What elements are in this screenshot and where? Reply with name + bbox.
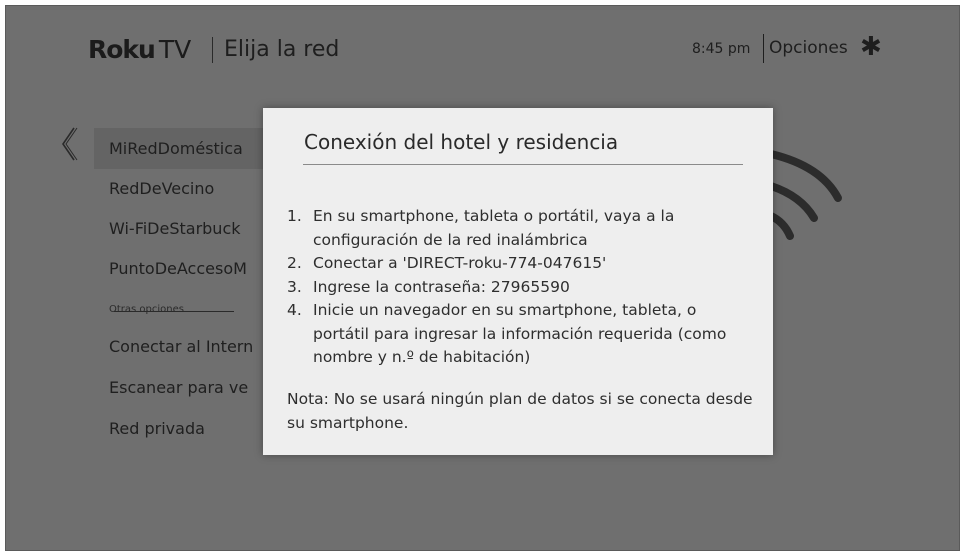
instruction-steps: 1. En su smartphone, tableta o portátil,…: [287, 205, 757, 370]
step-number: 1.: [287, 207, 302, 225]
dialog-note: Nota: No se usará ningún plan de datos s…: [287, 390, 753, 432]
dialog-title: Conexión del hotel y residencia: [304, 130, 619, 154]
hotel-connection-dialog: Conexión del hotel y residencia 1. En su…: [263, 108, 773, 455]
clock-divider: [763, 34, 764, 63]
tv-screen: Roku TV Elija la red 8:45 pm Opciones ✱ M…: [5, 5, 960, 551]
step-number: 2.: [287, 254, 302, 272]
instruction-step: 2. Conectar a 'DIRECT-roku-774-047615': [287, 252, 757, 276]
page-title: Elija la red: [224, 37, 340, 62]
step-number: 4.: [287, 301, 302, 319]
step-text: En su smartphone, tableta o portátil, va…: [313, 207, 675, 249]
dialog-title-divider: [303, 164, 743, 165]
header-divider: [212, 37, 213, 63]
other-options-label: Otras opciones: [109, 304, 184, 315]
step-text: Inicie un navegador en su smartphone, ta…: [313, 301, 727, 366]
wifi-signal-icon: [767, 150, 842, 240]
asterisk-icon[interactable]: ✱: [860, 32, 882, 62]
instruction-step: 4. Inicie un navegador en su smartphone,…: [287, 299, 757, 370]
step-text: Ingrese la contraseña: 27965590: [313, 277, 570, 296]
instruction-step: 3. Ingrese la contraseña: 27965590: [287, 276, 757, 300]
roku-tv-logo: Roku TV: [88, 35, 191, 64]
options-label[interactable]: Opciones: [769, 38, 848, 58]
brand-name: Roku: [88, 35, 156, 64]
step-text: Conectar a 'DIRECT-roku-774-047615': [313, 254, 607, 272]
step-number: 3.: [287, 277, 302, 296]
clock: 8:45 pm: [692, 41, 751, 57]
other-options-divider: [114, 311, 234, 312]
brand-suffix: TV: [158, 35, 192, 64]
back-chevron-icon[interactable]: [58, 124, 80, 164]
instruction-step: 1. En su smartphone, tableta o portátil,…: [287, 205, 757, 252]
